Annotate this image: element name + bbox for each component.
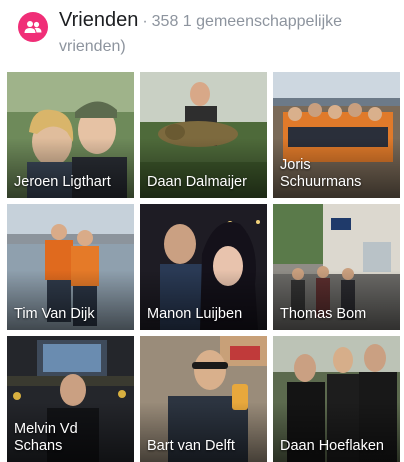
friend-tile[interactable]: Daan Dalmaijer [140, 72, 267, 198]
friend-tile[interactable]: Bart van Delft [140, 336, 267, 462]
friend-tile[interactable]: Thomas Bom [273, 204, 400, 330]
section-title[interactable]: Vrienden [59, 9, 138, 31]
header-title-block: Vrienden · 358 1 gemeenschappelijke vriend… [59, 8, 394, 59]
friend-tile[interactable]: Daan Hoeflaken [273, 336, 400, 462]
friend-tile[interactable]: Jeroen Ligthart [7, 72, 134, 198]
friend-tile[interactable]: Joris Schuurmans [273, 72, 400, 198]
friend-name[interactable]: Thomas Bom [280, 306, 396, 323]
friend-name[interactable]: Daan Hoeflaken [280, 438, 396, 455]
friends-icon[interactable] [18, 12, 48, 42]
friend-name[interactable]: Daan Dalmaijer [147, 174, 263, 191]
friend-tile[interactable]: Tim Van Dijk [7, 204, 134, 330]
friend-tile[interactable]: Melvin Vd Schans [7, 336, 134, 462]
friend-name[interactable]: Bart van Delft [147, 438, 263, 455]
friend-name[interactable]: Joris Schuurmans [280, 157, 396, 191]
friend-name[interactable]: Jeroen Ligthart [14, 174, 130, 191]
title-separator: · [142, 13, 148, 30]
friend-name[interactable]: Manon Luijben [147, 306, 263, 323]
friend-name[interactable]: Tim Van Dijk [14, 306, 130, 323]
friends-header: Vrienden · 358 1 gemeenschappelijke vriend… [0, 0, 404, 70]
friend-name[interactable]: Melvin Vd Schans [14, 421, 130, 455]
friend-tile[interactable]: Manon Luijben [140, 204, 267, 330]
friends-grid: Jeroen Ligthart Daan Dalmaijer Joris Sch… [7, 72, 400, 462]
